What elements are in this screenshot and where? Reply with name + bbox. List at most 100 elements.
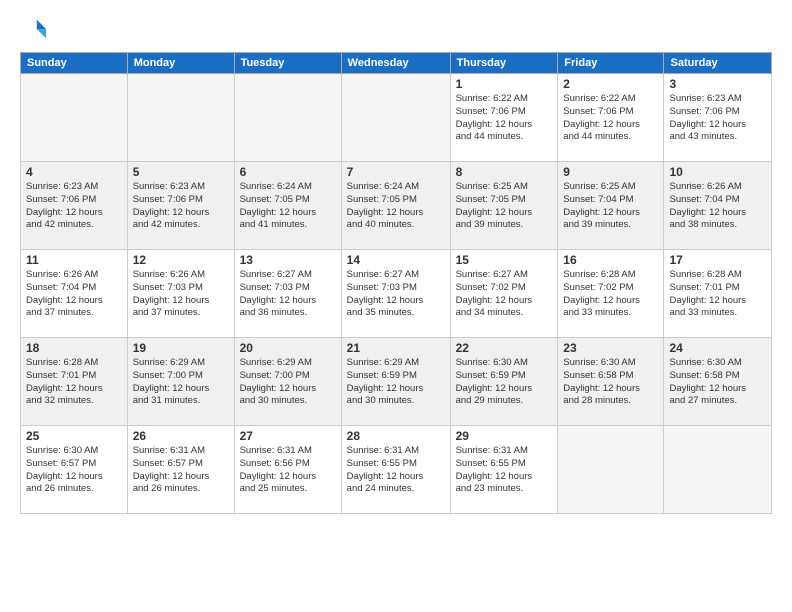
day-number: 7 [347, 165, 445, 179]
day-cell: 24 Sunrise: 6:30 AM Sunset: 6:58 PM Dayli… [664, 338, 772, 426]
day-number: 12 [133, 253, 229, 267]
day-cell: 1 Sunrise: 6:22 AM Sunset: 7:06 PM Daylig… [450, 74, 558, 162]
day-cell: 2Sunrise: 6:22 AM Sunset: 7:06 PM Daylig… [558, 74, 664, 162]
day-info: Sunrise: 6:24 AM Sunset: 7:05 PM Dayligh… [240, 181, 336, 232]
day-cell: 19 Sunrise: 6:29 AM Sunset: 7:00 PM Dayli… [127, 338, 234, 426]
logo-icon [20, 16, 48, 44]
header-cell-thursday: Thursday [450, 53, 558, 74]
day-info: Sunrise: 6:28 AM Sunset: 7:02 PM Dayligh… [563, 269, 658, 320]
day-number: 19 [133, 341, 229, 355]
day-info: Sunrise: 6:31 AM Sunset: 6:56 PM Dayligh… [240, 445, 336, 496]
day-cell: 17Sunrise: 6:28 AM Sunset: 7:01 PM Dayli… [664, 250, 772, 338]
day-number: 22 [456, 341, 553, 355]
day-cell [21, 74, 128, 162]
day-number: 25 [26, 429, 122, 443]
day-number: 21 [347, 341, 445, 355]
day-number: 6 [240, 165, 336, 179]
day-info: Sunrise: 6:24 AM Sunset: 7:05 PM Dayligh… [347, 181, 445, 232]
day-cell: 12 Sunrise: 6:26 AM Sunset: 7:03 PM Dayli… [127, 250, 234, 338]
day-number: 27 [240, 429, 336, 443]
day-info: Sunrise: 6:29 AM Sunset: 7:00 PM Dayligh… [240, 357, 336, 408]
day-info: Sunrise: 6:23 AM Sunset: 7:06 PM Dayligh… [669, 93, 766, 144]
day-cell: 20 Sunrise: 6:29 AM Sunset: 7:00 PM Dayli… [234, 338, 341, 426]
page: SundayMondayTuesdayWednesdayThursdayFrid… [0, 0, 792, 612]
day-info: Sunrise: 6:29 AM Sunset: 7:00 PM Dayligh… [133, 357, 229, 408]
header-cell-friday: Friday [558, 53, 664, 74]
calendar-header-row: SundayMondayTuesdayWednesdayThursdayFrid… [21, 53, 772, 74]
day-info: Sunrise: 6:29 AM Sunset: 6:59 PM Dayligh… [347, 357, 445, 408]
week-row-4: 18Sunrise: 6:28 AM Sunset: 7:01 PM Dayli… [21, 338, 772, 426]
day-number: 17 [669, 253, 766, 267]
logo [20, 16, 52, 44]
day-info: Sunrise: 6:31 AM Sunset: 6:57 PM Dayligh… [133, 445, 229, 496]
day-number: 9 [563, 165, 658, 179]
day-info: Sunrise: 6:25 AM Sunset: 7:04 PM Dayligh… [563, 181, 658, 232]
day-number: 13 [240, 253, 336, 267]
day-cell: 28 Sunrise: 6:31 AM Sunset: 6:55 PM Dayli… [341, 426, 450, 514]
day-cell: 22 Sunrise: 6:30 AM Sunset: 6:59 PM Dayli… [450, 338, 558, 426]
day-cell [341, 74, 450, 162]
day-cell [127, 74, 234, 162]
day-cell: 9 Sunrise: 6:25 AM Sunset: 7:04 PM Daylig… [558, 162, 664, 250]
day-info: Sunrise: 6:22 AM Sunset: 7:06 PM Dayligh… [456, 93, 553, 144]
day-number: 3 [669, 77, 766, 91]
day-cell: 16 Sunrise: 6:28 AM Sunset: 7:02 PM Dayli… [558, 250, 664, 338]
day-info: Sunrise: 6:27 AM Sunset: 7:03 PM Dayligh… [240, 269, 336, 320]
header [20, 16, 772, 44]
day-cell: 15 Sunrise: 6:27 AM Sunset: 7:02 PM Dayli… [450, 250, 558, 338]
day-cell: 3 Sunrise: 6:23 AM Sunset: 7:06 PM Daylig… [664, 74, 772, 162]
day-info: Sunrise: 6:31 AM Sunset: 6:55 PM Dayligh… [456, 445, 553, 496]
day-cell [234, 74, 341, 162]
day-info: Sunrise: 6:30 AM Sunset: 6:57 PM Dayligh… [26, 445, 122, 496]
day-info: Sunrise: 6:23 AM Sunset: 7:06 PM Dayligh… [26, 181, 122, 232]
day-cell: 29 Sunrise: 6:31 AM Sunset: 6:55 PM Dayli… [450, 426, 558, 514]
day-info: Sunrise: 6:26 AM Sunset: 7:04 PM Dayligh… [669, 181, 766, 232]
day-cell: 25 Sunrise: 6:30 AM Sunset: 6:57 PM Dayli… [21, 426, 128, 514]
day-info: Sunrise: 6:22 AM Sunset: 7:06 PM Dayligh… [563, 93, 658, 144]
day-info: Sunrise: 6:23 AM Sunset: 7:06 PM Dayligh… [133, 181, 229, 232]
week-row-2: 4 Sunrise: 6:23 AM Sunset: 7:06 PM Daylig… [21, 162, 772, 250]
day-number: 4 [26, 165, 122, 179]
day-info: Sunrise: 6:26 AM Sunset: 7:04 PM Dayligh… [26, 269, 122, 320]
day-info: Sunrise: 6:26 AM Sunset: 7:03 PM Dayligh… [133, 269, 229, 320]
day-info: Sunrise: 6:28 AM Sunset: 7:01 PM Dayligh… [26, 357, 122, 408]
day-info: Sunrise: 6:25 AM Sunset: 7:05 PM Dayligh… [456, 181, 553, 232]
day-number: 24 [669, 341, 766, 355]
day-cell [558, 426, 664, 514]
header-cell-wednesday: Wednesday [341, 53, 450, 74]
day-cell: 23 Sunrise: 6:30 AM Sunset: 6:58 PM Dayli… [558, 338, 664, 426]
day-number: 28 [347, 429, 445, 443]
day-info: Sunrise: 6:31 AM Sunset: 6:55 PM Dayligh… [347, 445, 445, 496]
day-number: 11 [26, 253, 122, 267]
day-info: Sunrise: 6:30 AM Sunset: 6:59 PM Dayligh… [456, 357, 553, 408]
day-number: 16 [563, 253, 658, 267]
header-cell-saturday: Saturday [664, 53, 772, 74]
week-row-5: 25 Sunrise: 6:30 AM Sunset: 6:57 PM Dayli… [21, 426, 772, 514]
day-cell: 26Sunrise: 6:31 AM Sunset: 6:57 PM Dayli… [127, 426, 234, 514]
day-cell: 10 Sunrise: 6:26 AM Sunset: 7:04 PM Dayli… [664, 162, 772, 250]
day-number: 5 [133, 165, 229, 179]
day-info: Sunrise: 6:30 AM Sunset: 6:58 PM Dayligh… [669, 357, 766, 408]
day-cell [664, 426, 772, 514]
day-number: 20 [240, 341, 336, 355]
day-number: 23 [563, 341, 658, 355]
day-number: 15 [456, 253, 553, 267]
day-cell: 5 Sunrise: 6:23 AM Sunset: 7:06 PM Daylig… [127, 162, 234, 250]
day-cell: 18Sunrise: 6:28 AM Sunset: 7:01 PM Dayli… [21, 338, 128, 426]
day-cell: 8 Sunrise: 6:25 AM Sunset: 7:05 PM Daylig… [450, 162, 558, 250]
day-number: 8 [456, 165, 553, 179]
day-cell: 27 Sunrise: 6:31 AM Sunset: 6:56 PM Dayli… [234, 426, 341, 514]
day-number: 10 [669, 165, 766, 179]
header-cell-tuesday: Tuesday [234, 53, 341, 74]
day-info: Sunrise: 6:27 AM Sunset: 7:02 PM Dayligh… [456, 269, 553, 320]
day-number: 14 [347, 253, 445, 267]
day-cell: 13 Sunrise: 6:27 AM Sunset: 7:03 PM Dayli… [234, 250, 341, 338]
day-cell: 6 Sunrise: 6:24 AM Sunset: 7:05 PM Daylig… [234, 162, 341, 250]
week-row-1: 1 Sunrise: 6:22 AM Sunset: 7:06 PM Daylig… [21, 74, 772, 162]
day-info: Sunrise: 6:30 AM Sunset: 6:58 PM Dayligh… [563, 357, 658, 408]
day-cell: 21 Sunrise: 6:29 AM Sunset: 6:59 PM Dayli… [341, 338, 450, 426]
day-cell: 14Sunrise: 6:27 AM Sunset: 7:03 PM Dayli… [341, 250, 450, 338]
day-number: 1 [456, 77, 553, 91]
day-cell: 4 Sunrise: 6:23 AM Sunset: 7:06 PM Daylig… [21, 162, 128, 250]
day-number: 29 [456, 429, 553, 443]
